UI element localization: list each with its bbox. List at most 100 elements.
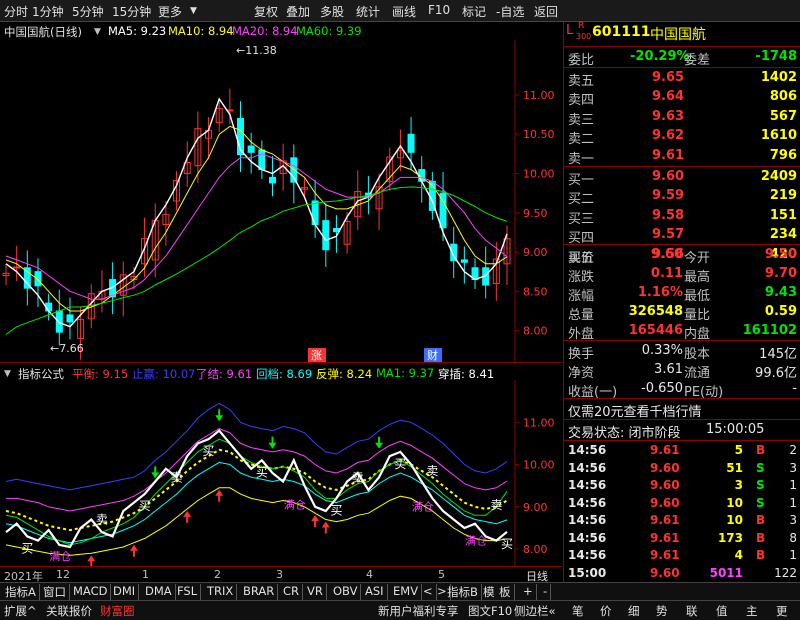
tab-ticks[interactable]: 笔 — [572, 603, 584, 619]
tab-indicator-b[interactable]: 指标B — [444, 584, 482, 600]
chevron-down-icon[interactable]: ▼ — [190, 6, 197, 16]
bid-volume: 234 — [769, 227, 797, 243]
candle-body — [258, 149, 266, 171]
ask-volume: 567 — [769, 108, 797, 124]
tab-trix[interactable]: TRIX — [204, 584, 238, 600]
y-tick-label: 8.50 — [523, 285, 548, 298]
buy-signal: 买 — [21, 541, 33, 555]
up-arrow-icon — [183, 510, 192, 523]
trade-status: 交易状态: 闭市阶段 — [568, 426, 681, 441]
date-axis: 2021年 12 1 2 3 4 5 日线 — [0, 566, 562, 583]
ask-row[interactable]: 卖三 9.63 567 — [564, 108, 800, 128]
tab-window[interactable]: 窗口 — [40, 584, 70, 600]
mark-button[interactable]: 标记 — [462, 3, 486, 20]
tab-price[interactable]: 价 — [600, 603, 612, 619]
ma-line-ma10 — [5, 125, 508, 312]
sidebar-toggle-button[interactable]: 侧边栏« — [514, 603, 556, 619]
tab-add-button[interactable]: + — [520, 584, 537, 600]
date-label-apr: 4 — [366, 568, 373, 581]
tab-vr[interactable]: VR — [304, 584, 327, 600]
tab-cr[interactable]: CR — [280, 584, 304, 600]
ask-row[interactable]: 卖四 9.64 806 — [564, 88, 800, 108]
tab-trend[interactable]: 势 — [656, 603, 668, 619]
period-1min-button[interactable]: 1分钟 — [32, 3, 64, 20]
ask-row[interactable]: 卖五 9.65 1402 — [564, 69, 800, 89]
tick-row: 14:56 9.60 3 S 1 — [568, 478, 797, 492]
tick-row: 14:56 9.61 4 B 1 — [568, 548, 797, 562]
tab-macd[interactable]: MACD — [70, 584, 112, 600]
price-chart[interactable]: 11.00 10.50 10.00 9.50 9.00 8.50 8.00 ←11.38 ←7.… — [0, 40, 562, 362]
tab-detail[interactable]: 细 — [628, 603, 640, 619]
tab-remove-button[interactable]: - — [540, 584, 552, 600]
draw-line-button[interactable]: 画线 — [392, 3, 416, 20]
ma-legend-row: 中国国航(日线) ▼ MA5: 9.23 MA10: 8.94 MA20: 8.… — [0, 22, 562, 40]
tab-more[interactable]: 更 — [776, 603, 788, 619]
tab-dmi[interactable]: DMI — [110, 584, 140, 600]
graphic-f10-button[interactable]: 图文F10 — [468, 603, 512, 619]
tab-main[interactable]: 主 — [746, 603, 758, 619]
new-user-promo[interactable]: 新用户福利专享 — [378, 603, 459, 619]
indicator-line-6 — [5, 429, 508, 549]
tick-row: 14:56 9.60 10 S 1 — [568, 495, 797, 510]
high-annotation: ←11.38 — [236, 44, 277, 57]
indicator-tab-bar: 指标A 窗口 MACD DMI DMA FSL TRIX BRAR CR VR … — [0, 582, 800, 600]
wealth-circle-button[interactable]: 财富圈 — [100, 603, 135, 619]
quote-stat-row: 总量 326548 量比 0.59 — [568, 304, 797, 323]
f10-button[interactable]: F10 — [428, 3, 450, 17]
down-arrow-icon — [215, 409, 224, 422]
bid-row[interactable]: 买二 9.59 219 — [564, 187, 800, 207]
order-ratio-value: -20.29% — [630, 49, 690, 64]
tab-link[interactable]: 联 — [686, 603, 698, 619]
remove-favorite-button[interactable]: -自选 — [496, 3, 524, 20]
quote-fund-row: 收益(一) -0.650 PE(动) - — [568, 381, 797, 400]
promo-row[interactable]: 仅需20元查看千档行情 — [564, 400, 800, 420]
expand-button[interactable]: 扩展^ — [4, 603, 37, 619]
bid-row[interactable]: 买四 9.57 234 — [564, 226, 800, 246]
statistics-button[interactable]: 统计 — [356, 3, 380, 20]
period-15min-button[interactable]: 15分钟 — [112, 3, 151, 20]
tab-template-mo[interactable]: 模 — [480, 584, 498, 600]
bid-volume: 219 — [769, 188, 797, 204]
pane-divider[interactable] — [0, 362, 562, 363]
tab-obv[interactable]: OBV — [330, 584, 362, 600]
chevron-down-icon[interactable]: ▼ — [4, 369, 11, 379]
y-tick-label: 10.50 — [523, 128, 555, 141]
overlay-button[interactable]: 叠加 — [286, 3, 310, 20]
back-button[interactable]: 返回 — [534, 3, 558, 20]
tab-value[interactable]: 值 — [716, 603, 728, 619]
multi-stock-button[interactable]: 多股 — [320, 3, 344, 20]
down-arrow-icon — [375, 436, 384, 449]
tab-dma[interactable]: DMA — [142, 584, 176, 600]
period-5min-button[interactable]: 5分钟 — [72, 3, 104, 20]
tab-brar[interactable]: BRAR — [240, 584, 279, 600]
bid-row[interactable]: 买三 9.58 151 — [564, 207, 800, 227]
tab-emv[interactable]: EMV — [390, 584, 423, 600]
ma-line-ma5 — [5, 97, 508, 328]
bid-row[interactable]: 买一 9.60 2409 — [564, 168, 800, 188]
indicator-chart[interactable]: 11.0010.009.008.00卖卖卖卖卖买买买买买买买满仓满仓 满仓满仓 — [0, 380, 562, 566]
ma-line-ma20 — [5, 153, 508, 300]
ask-volume: 806 — [769, 89, 797, 105]
period-intraday-button[interactable]: 分时 — [4, 3, 28, 20]
candle-body — [13, 266, 21, 269]
ask-row[interactable]: 卖二 9.62 1610 — [564, 127, 800, 147]
tab-asi[interactable]: ASI — [362, 584, 388, 600]
full-position-signal: 满仓 — [49, 549, 71, 563]
candle-body — [268, 176, 276, 184]
tab-indicator-a[interactable]: 指标A — [2, 584, 40, 600]
adjust-button[interactable]: 复权 — [254, 3, 278, 20]
related-quotes-button[interactable]: 关联报价 — [46, 603, 92, 619]
level2-promo[interactable]: 仅需20元查看千档行情 — [568, 401, 702, 420]
candle-body — [34, 271, 42, 287]
candle-body — [247, 145, 255, 153]
ask-row[interactable]: 卖一 9.61 796 — [564, 147, 800, 167]
tick-row: 14:56 9.61 173 B 8 — [568, 530, 797, 545]
bid-price: 9.60 — [652, 169, 685, 184]
period-more-button[interactable]: 更多 — [158, 3, 182, 20]
candle-body — [66, 314, 74, 323]
tab-fsl[interactable]: FSL — [174, 584, 202, 600]
chevron-down-icon[interactable]: ▼ — [94, 27, 101, 37]
candle-body — [460, 259, 468, 263]
tab-template-ban[interactable]: 板 — [496, 584, 515, 600]
full-position-signal: 满仓 — [412, 500, 434, 514]
